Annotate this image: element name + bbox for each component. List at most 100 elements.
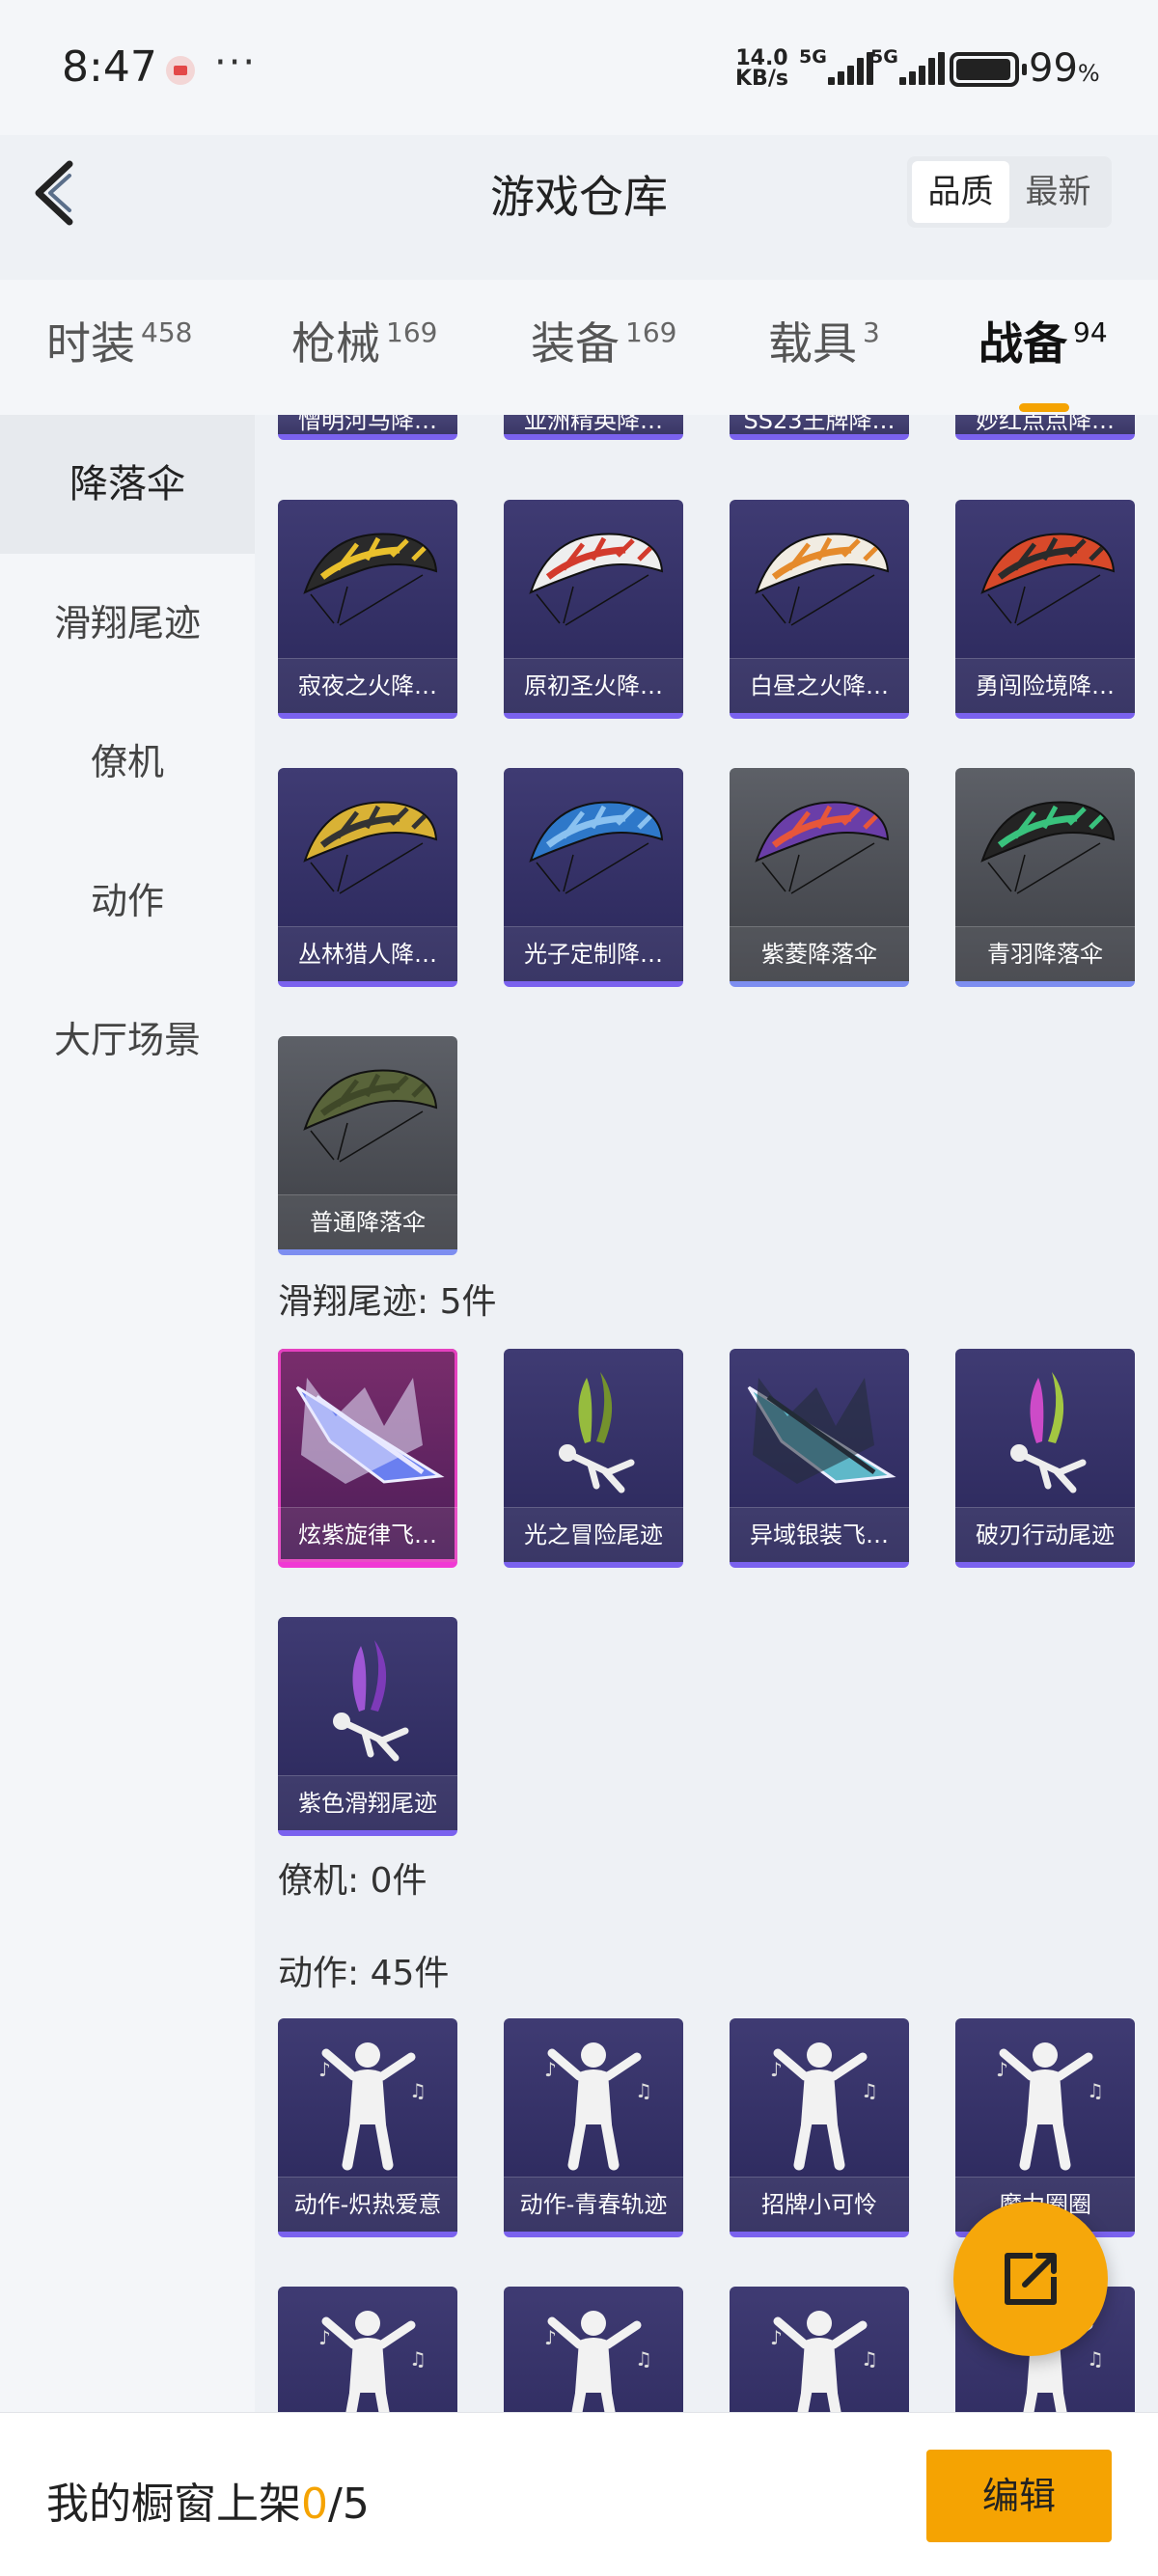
sidebar-item-parachute[interactable]: 降落伞 — [0, 415, 255, 554]
item-name: 寂夜之火降… — [278, 658, 457, 713]
svg-text:♪: ♪ — [318, 2058, 331, 2081]
tab-count: 3 — [863, 316, 880, 348]
item-name: 动作-青春轨迹 — [504, 2177, 683, 2232]
item-card[interactable]: 普通降落伞 — [278, 1036, 457, 1255]
item-card[interactable]: 寂夜之火降… — [278, 500, 457, 719]
item-card[interactable]: 光子定制降… — [504, 768, 683, 987]
item-name: 招牌小可怜 — [730, 2177, 909, 2232]
glider-wing-icon — [278, 1349, 457, 1503]
item-card[interactable]: ♪♫ — [730, 2287, 909, 2412]
sort-quality-button[interactable]: 品质 — [912, 161, 1009, 223]
item-name: 原初圣火降… — [504, 658, 683, 713]
showcase-current: 0 — [301, 2480, 328, 2529]
tab-firearms[interactable]: 枪械 169 — [291, 309, 437, 372]
section-header-emote: 动作: 45件 — [278, 1954, 450, 1993]
parachute-icon — [955, 768, 1135, 922]
emote-figure-icon: ♪♫ — [730, 2287, 909, 2412]
chevron-left-icon — [35, 160, 73, 226]
tab-count: 169 — [625, 316, 677, 348]
svg-text:♪: ♪ — [544, 2058, 557, 2081]
smoke-trail-icon — [955, 1349, 1135, 1503]
emote-figure-icon: ♪♫ — [278, 2287, 457, 2412]
item-card[interactable]: 丛林猎人降… — [278, 768, 457, 987]
item-card[interactable]: 紫色滑翔尾迹 — [278, 1617, 457, 1836]
section-header-wingman: 僚机: 0件 — [278, 1861, 427, 1901]
item-card[interactable]: ♪ ♫ 动作-炽热爱意 — [278, 2018, 457, 2237]
parachute-icon — [278, 768, 457, 922]
parachute-icon — [504, 768, 683, 922]
tab-count: 458 — [141, 316, 193, 348]
signal-2-label: 5G — [870, 46, 898, 68]
sort-toggle: 品质 最新 — [907, 156, 1112, 228]
sort-newest-button[interactable]: 最新 — [1009, 161, 1107, 223]
tab-count: 94 — [1073, 316, 1108, 348]
item-name: 亚洲精英降… — [504, 415, 683, 434]
smoke-trail-icon — [504, 1349, 683, 1503]
network-rate: 14.0 KB/s — [735, 48, 788, 90]
item-name: 妙红点点降… — [955, 415, 1135, 434]
item-card[interactable]: 炫紫旋律飞… — [278, 1349, 457, 1568]
more-notifications-icon: ··· — [214, 41, 258, 85]
sidebar-item-lobby-scene[interactable]: 大厅场景 — [0, 971, 255, 1110]
parachute-icon — [955, 500, 1135, 654]
tab-equipment[interactable]: 装备 169 — [531, 309, 676, 372]
showcase-total: /5 — [328, 2480, 370, 2529]
share-external-icon — [1005, 2253, 1057, 2305]
item-card[interactable]: 破刃行动尾迹 — [955, 1349, 1135, 1568]
tab-combat-gear[interactable]: 战备 94 — [979, 309, 1108, 412]
item-card[interactable]: 妙红点点降… — [955, 415, 1135, 440]
item-card[interactable]: 异域银装飞… — [730, 1349, 909, 1568]
edit-button[interactable]: 编辑 — [926, 2450, 1112, 2542]
svg-text:♫: ♫ — [409, 2079, 427, 2102]
parachute-icon — [278, 500, 457, 654]
tab-fashion[interactable]: 时装 458 — [46, 309, 192, 372]
item-card[interactable]: ♪♫ — [504, 2287, 683, 2412]
emote-figure-icon: ♪♫ — [730, 2018, 909, 2173]
item-name: 炫紫旋律飞… — [278, 1507, 457, 1562]
item-grid: 憎明河马降… 亚洲精英降… SS23王牌降… 妙红点点降… 寂夜之火降… 原初圣火降… 白昼… — [255, 415, 1158, 2412]
item-card[interactable]: 原初圣火降… — [504, 500, 683, 719]
item-name: 光子定制降… — [504, 926, 683, 981]
emote-figure-icon: ♪♫ — [955, 2018, 1135, 2173]
item-card[interactable]: 憎明河马降… — [278, 415, 457, 440]
item-card[interactable]: 紫菱降落伞 — [730, 768, 909, 987]
item-card[interactable]: SS23王牌降… — [730, 415, 909, 440]
svg-text:♪: ♪ — [544, 2326, 557, 2349]
sidebar-item-glide-trail[interactable]: 滑翔尾迹 — [0, 554, 255, 693]
parachute-icon — [504, 500, 683, 654]
item-card[interactable]: 勇闯险境降… — [955, 500, 1135, 719]
signal-1-icon: 5G — [799, 46, 876, 89]
item-card[interactable]: 光之冒险尾迹 — [504, 1349, 683, 1568]
item-name: 紫色滑翔尾迹 — [278, 1775, 457, 1830]
tab-vehicles[interactable]: 载具 3 — [768, 309, 880, 372]
battery-icon — [950, 52, 1027, 87]
back-button[interactable] — [27, 156, 89, 230]
item-name: 破刃行动尾迹 — [955, 1507, 1135, 1562]
sidebar-item-wingman[interactable]: 僚机 — [0, 693, 255, 832]
tab-label: 装备 — [531, 317, 620, 370]
status-bar: 8:47 ··· 14.0 KB/s 5G 5G 99% — [0, 0, 1158, 135]
svg-text:♪: ♪ — [996, 2058, 1008, 2081]
smoke-trail-icon — [278, 1617, 457, 1771]
item-name: 紫菱降落伞 — [730, 926, 909, 981]
item-name: 光之冒险尾迹 — [504, 1507, 683, 1562]
tab-label: 战备 — [979, 317, 1067, 370]
tab-label: 枪械 — [291, 317, 380, 370]
share-button[interactable] — [953, 2202, 1108, 2356]
item-card[interactable]: ♪ ♫ 招牌小可怜 — [730, 2018, 909, 2237]
tab-label: 载具 — [768, 317, 857, 370]
sidebar-item-emote[interactable]: 动作 — [0, 832, 255, 971]
signal-2-icon: 5G — [870, 46, 948, 89]
tab-label: 时装 — [46, 317, 135, 370]
item-card[interactable]: ♪ ♫ 动作-青春轨迹 — [504, 2018, 683, 2237]
item-name: 勇闯险境降… — [955, 658, 1135, 713]
svg-text:♪: ♪ — [770, 2326, 783, 2349]
item-name: 憎明河马降… — [278, 415, 457, 434]
glider-wing-icon — [730, 1349, 909, 1503]
item-card[interactable]: 亚洲精英降… — [504, 415, 683, 440]
item-card[interactable]: 青羽降落伞 — [955, 768, 1135, 987]
item-card[interactable]: 白昼之火降… — [730, 500, 909, 719]
showcase-label: 我的橱窗上架 — [46, 2480, 301, 2529]
item-card[interactable]: ♪♫ — [278, 2287, 457, 2412]
battery-level: 99% — [1029, 46, 1100, 91]
